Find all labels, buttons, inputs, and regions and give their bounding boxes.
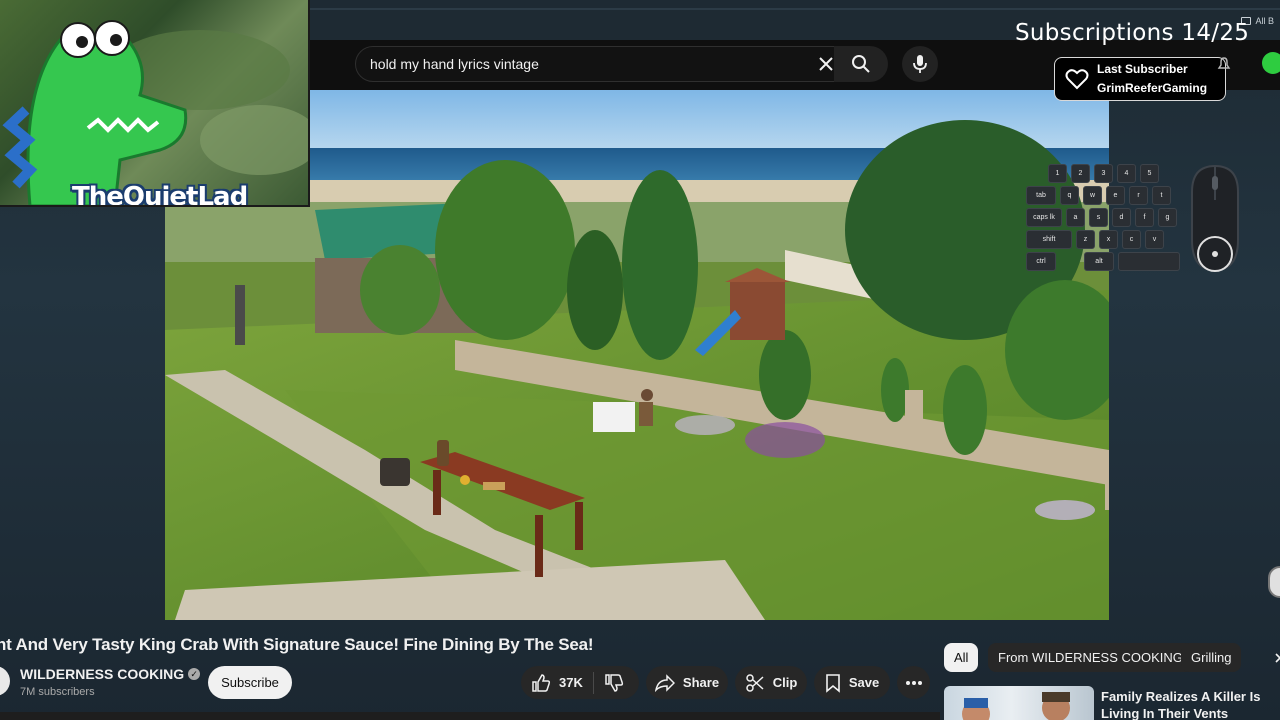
heart-icon [1065, 69, 1089, 90]
key-v: v [1145, 230, 1164, 249]
key-a: a [1066, 208, 1085, 227]
tab-strip-divider [310, 8, 1280, 10]
save-label: Save [848, 675, 880, 690]
key-4: 4 [1117, 164, 1136, 183]
mouse-overlay-icon [1191, 164, 1239, 272]
chips-next-button[interactable] [1268, 646, 1280, 670]
last-subscriber-box: Last Subscriber GrimReeferGaming [1054, 57, 1226, 101]
channel-subscriber-count: 7M subscribers [20, 686, 95, 698]
keyboard-overlay: 1 2 3 4 5 tab q w e r t caps lk a s d f … [1026, 164, 1182, 276]
video-title: nt And Very Tasty King Crab With Signatu… [0, 635, 594, 654]
scissors-icon [745, 673, 764, 692]
more-horizontal-icon [905, 680, 922, 685]
clip-button[interactable]: Clip [735, 666, 807, 699]
search-query-text[interactable]: hold my hand lyrics vintage [370, 56, 808, 72]
recommendation-title[interactable]: Family Realizes A Killer Is Living In Th… [1101, 688, 1280, 720]
key-tab: tab [1026, 186, 1056, 205]
key-2: 2 [1071, 164, 1090, 183]
chip-from-channel[interactable]: From WILDERNESS COOKING [988, 643, 1193, 672]
key-r: r [1129, 186, 1148, 205]
key-c: c [1122, 230, 1141, 249]
chip-all[interactable]: All [944, 643, 979, 672]
last-subscriber-label: Last Subscriber [1097, 62, 1188, 76]
close-icon [819, 57, 833, 71]
recommendation-thumbnail[interactable] [944, 686, 1094, 720]
key-ctrl: ctrl [1026, 252, 1056, 271]
share-button[interactable]: Share [646, 666, 728, 699]
thumbs-up-icon [532, 673, 551, 692]
search-input[interactable]: hold my hand lyrics vintage [355, 46, 845, 82]
subscribe-button[interactable]: Subscribe [208, 666, 292, 699]
key-x: x [1099, 230, 1118, 249]
last-subscriber-name: GrimReeferGaming [1097, 81, 1208, 95]
key-s: s [1089, 208, 1108, 227]
crocodile-mascot [2, 20, 308, 205]
chip-grilling[interactable]: Grilling [1181, 643, 1242, 672]
key-f: f [1135, 208, 1154, 227]
streamer-name: TheQuietLad [72, 182, 248, 207]
clip-label: Clip [772, 675, 798, 690]
voice-search-button[interactable] [902, 46, 938, 82]
profile-status-dot[interactable] [1262, 52, 1280, 74]
key-space [1118, 252, 1180, 271]
key-1: 1 [1048, 164, 1067, 183]
key-alt: alt [1084, 252, 1114, 271]
key-shift: shift [1026, 230, 1072, 249]
more-actions-button[interactable] [897, 666, 930, 699]
key-t: t [1152, 186, 1171, 205]
search-button[interactable] [834, 46, 888, 82]
comments-section-edge [0, 712, 940, 720]
key-w: w [1083, 186, 1102, 205]
key-e: e [1106, 186, 1125, 205]
close-icon [1275, 653, 1280, 663]
key-g: g [1158, 208, 1177, 227]
channel-name-text[interactable]: WILDERNESS COOKING [20, 666, 184, 682]
key-d: d [1112, 208, 1131, 227]
key-3: 3 [1094, 164, 1113, 183]
verified-icon: ✓ [188, 668, 201, 680]
search-icon [852, 55, 870, 73]
share-label: Share [682, 675, 720, 690]
save-button[interactable]: Save [814, 666, 890, 699]
notifications-icon[interactable] [1216, 56, 1232, 72]
share-icon [654, 673, 675, 692]
webcam-overlay: TheQuietLad [0, 0, 310, 207]
all-bookmarks-label: All B [1255, 16, 1274, 26]
like-dislike-group: 37K [521, 666, 639, 699]
thumbs-down-icon [605, 673, 623, 692]
subscription-goal-text: Subscriptions 14/25 [1015, 20, 1250, 46]
key-capslock: caps lk [1026, 208, 1062, 227]
channel-name[interactable]: WILDERNESS COOKING ✓ [20, 666, 201, 682]
key-5: 5 [1140, 164, 1159, 183]
microphone-icon [913, 55, 927, 73]
scroll-handle[interactable] [1268, 566, 1280, 598]
bookmark-icon [826, 673, 840, 693]
dislike-button[interactable] [594, 666, 634, 699]
thumbnail-image [962, 692, 1070, 720]
key-z: z [1076, 230, 1095, 249]
like-button[interactable]: 37K [521, 666, 593, 699]
like-count: 37K [559, 675, 583, 690]
key-q: q [1060, 186, 1079, 205]
